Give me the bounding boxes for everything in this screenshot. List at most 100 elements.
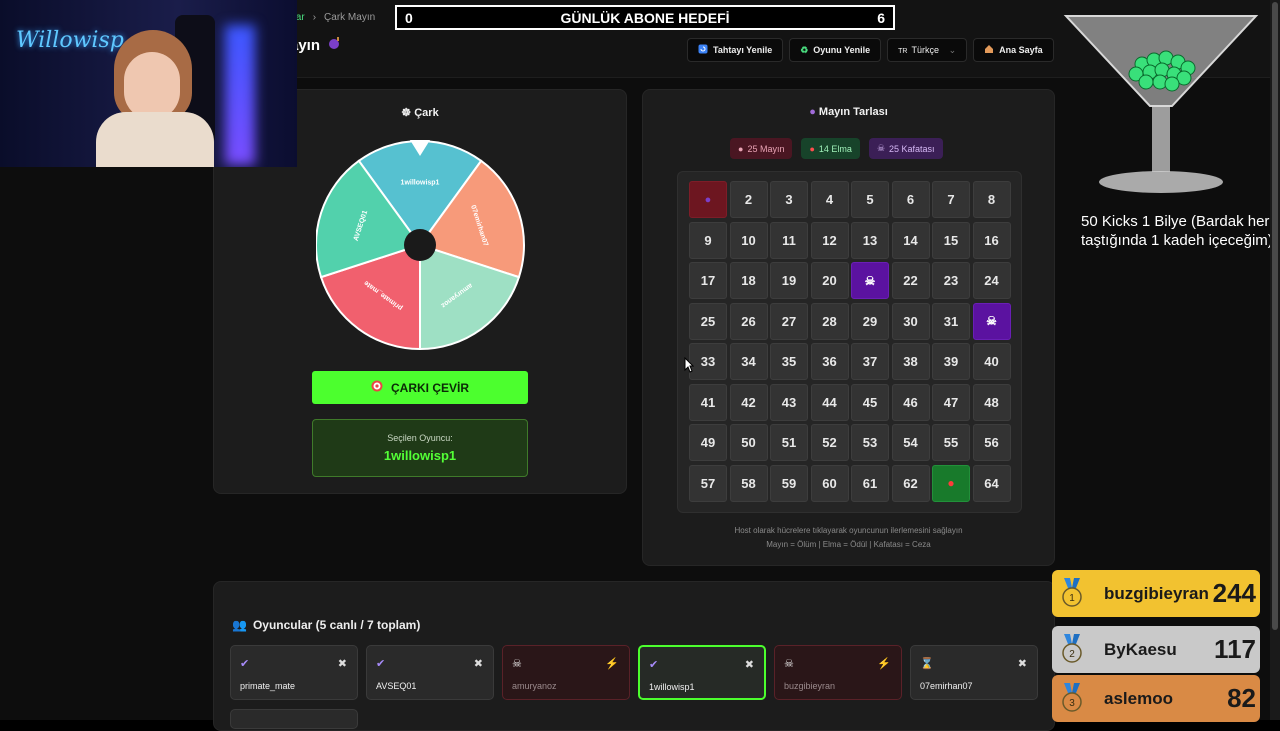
medal-rank: 1 xyxy=(1069,593,1075,604)
board-cell-59[interactable]: 59 xyxy=(770,464,808,502)
skull-crossbones-icon[interactable]: ✖ xyxy=(1018,657,1027,670)
scrollbar-thumb[interactable] xyxy=(1272,2,1278,630)
restart-game-button[interactable]: ♻ Oyunu Yenile xyxy=(789,38,882,62)
board-cell-55[interactable]: 55 xyxy=(932,424,970,461)
board-cell-36[interactable]: 36 xyxy=(810,343,849,380)
player-card[interactable]: ✔ ✖ 1willowisp1 xyxy=(638,645,766,700)
board-cell-9[interactable]: 9 xyxy=(689,221,727,259)
board-cell-17[interactable]: 17 xyxy=(689,262,727,299)
player-name: 1willowisp1 xyxy=(649,682,695,692)
board-cell-41[interactable]: 41 xyxy=(689,383,727,421)
board-cell-43[interactable]: 43 xyxy=(770,383,808,421)
board-cell-45[interactable]: 45 xyxy=(851,383,889,421)
board-cell-51[interactable]: 51 xyxy=(770,424,808,461)
player-card[interactable] xyxy=(230,709,358,729)
board-cell-4[interactable]: 4 xyxy=(810,181,849,218)
board-cell-46[interactable]: 46 xyxy=(891,383,930,421)
board-cell-24[interactable]: 24 xyxy=(972,262,1011,299)
board-cell-number: 5 xyxy=(866,192,874,207)
board-cell-16[interactable]: 16 xyxy=(972,221,1011,259)
board-cell-44[interactable]: 44 xyxy=(810,383,849,421)
board-cell-49[interactable]: 49 xyxy=(689,424,727,461)
board-cell-25[interactable]: 25 xyxy=(689,302,727,340)
lightning-icon[interactable]: ⚡ xyxy=(877,657,891,670)
board-cell-28[interactable]: 28 xyxy=(810,302,849,340)
apples-count-pill: ● 14 Elma xyxy=(801,138,860,159)
board-cell-31[interactable]: 31 xyxy=(932,302,970,340)
board-cell-35[interactable]: 35 xyxy=(770,343,808,380)
board-cell-13[interactable]: 13 xyxy=(851,221,889,259)
player-card[interactable]: ✔ ✖ primate_mate xyxy=(230,645,358,700)
player-card[interactable]: ☠ ⚡ buzgibieyran xyxy=(774,645,902,700)
board-cell-14[interactable]: 14 xyxy=(891,221,930,259)
board-cell-2[interactable]: 2 xyxy=(729,181,768,218)
board-cell-10[interactable]: 10 xyxy=(729,221,768,259)
refresh-board-button[interactable]: Tahtayı Yenile xyxy=(687,38,784,62)
board-cell-63[interactable]: ● xyxy=(932,464,970,502)
board-cell-number: 58 xyxy=(741,475,756,491)
board-cell-57[interactable]: 57 xyxy=(689,464,727,502)
skull-crossbones-icon[interactable]: ✖ xyxy=(474,657,483,670)
skull-crossbones-icon[interactable]: ✖ xyxy=(745,658,754,671)
board-cell-7[interactable]: 7 xyxy=(932,181,970,218)
board-cell-60[interactable]: 60 xyxy=(810,464,849,502)
board-cell-52[interactable]: 52 xyxy=(810,424,849,461)
player-card[interactable]: ⌛ ✖ 07emirhan07 xyxy=(910,645,1038,700)
board-cell-1[interactable]: ● xyxy=(689,181,727,218)
page-scrollbar[interactable] xyxy=(1270,0,1280,720)
player-card[interactable]: ☠ ⚡ amuryanoz xyxy=(502,645,630,700)
board-cell-11[interactable]: 11 xyxy=(770,221,808,259)
spin-wheel-button[interactable]: ÇARKI ÇEVİR xyxy=(312,371,528,404)
board-cell-21[interactable]: ☠ xyxy=(851,262,889,299)
home-button[interactable]: Ana Sayfa xyxy=(973,38,1054,62)
board-cell-number: 39 xyxy=(943,354,959,369)
board-cell-26[interactable]: 26 xyxy=(729,302,768,340)
board-cell-33[interactable]: 33 xyxy=(689,343,727,380)
board-cell-40[interactable]: 40 xyxy=(972,343,1011,380)
language-flag: TR xyxy=(898,48,908,55)
board-cell-34[interactable]: 34 xyxy=(729,343,768,380)
board-cell-50[interactable]: 50 xyxy=(729,424,768,461)
board-cell-3[interactable]: 3 xyxy=(770,181,808,218)
board-cell-18[interactable]: 18 xyxy=(729,262,768,299)
board-cell-32[interactable]: ☠ xyxy=(972,302,1011,340)
board-cell-27[interactable]: 27 xyxy=(770,302,808,340)
board-cell-15[interactable]: 15 xyxy=(932,221,970,259)
board-cell-58[interactable]: 58 xyxy=(729,464,768,502)
board-cell-61[interactable]: 61 xyxy=(851,464,889,502)
board-cell-number: 40 xyxy=(984,354,999,369)
board-cell-19[interactable]: 19 xyxy=(770,262,808,299)
board-cell-29[interactable]: 29 xyxy=(851,302,889,340)
board-cell-53[interactable]: 53 xyxy=(851,424,889,461)
board-cell-47[interactable]: 47 xyxy=(932,383,970,421)
board-cell-23[interactable]: 23 xyxy=(932,262,970,299)
home-icon xyxy=(984,44,994,56)
board-cell-56[interactable]: 56 xyxy=(972,424,1011,461)
check-icon: ✔ xyxy=(240,658,250,670)
board-cell-20[interactable]: 20 xyxy=(810,262,849,299)
board-cell-12[interactable]: 12 xyxy=(810,221,849,259)
player-card[interactable]: ✔ ✖ AVSEQ01 xyxy=(366,645,494,700)
board-cell-5[interactable]: 5 xyxy=(851,181,889,218)
board-cell-number: 45 xyxy=(862,394,878,410)
board-cell-39[interactable]: 39 xyxy=(932,343,970,380)
skull-crossbones-icon[interactable]: ✖ xyxy=(338,657,347,670)
board-cell-30[interactable]: 30 xyxy=(891,302,930,340)
board-cell-64[interactable]: 64 xyxy=(972,464,1011,502)
board-cell-48[interactable]: 48 xyxy=(972,383,1011,421)
language-select[interactable]: TR Türkçe ⌄ xyxy=(887,38,968,62)
board-cell-42[interactable]: 42 xyxy=(729,383,768,421)
leaderboard-score: 117 xyxy=(1214,634,1256,664)
spin-wheel[interactable]: 1willowisp1 07emirhan07 amuryanoz primate_m… xyxy=(315,138,526,353)
board-cell-22[interactable]: 22 xyxy=(891,262,930,299)
board-cell-6[interactable]: 6 xyxy=(891,181,930,218)
board-cell-8[interactable]: 8 xyxy=(972,181,1011,218)
board-cell-38[interactable]: 38 xyxy=(891,343,930,380)
led-light xyxy=(225,25,255,165)
board-cell-number: 48 xyxy=(984,394,999,410)
lightning-icon[interactable]: ⚡ xyxy=(605,657,619,670)
skull-icon: ☠ xyxy=(512,658,522,670)
board-cell-54[interactable]: 54 xyxy=(891,424,930,461)
board-cell-37[interactable]: 37 xyxy=(851,343,889,380)
board-cell-62[interactable]: 62 xyxy=(891,464,930,502)
